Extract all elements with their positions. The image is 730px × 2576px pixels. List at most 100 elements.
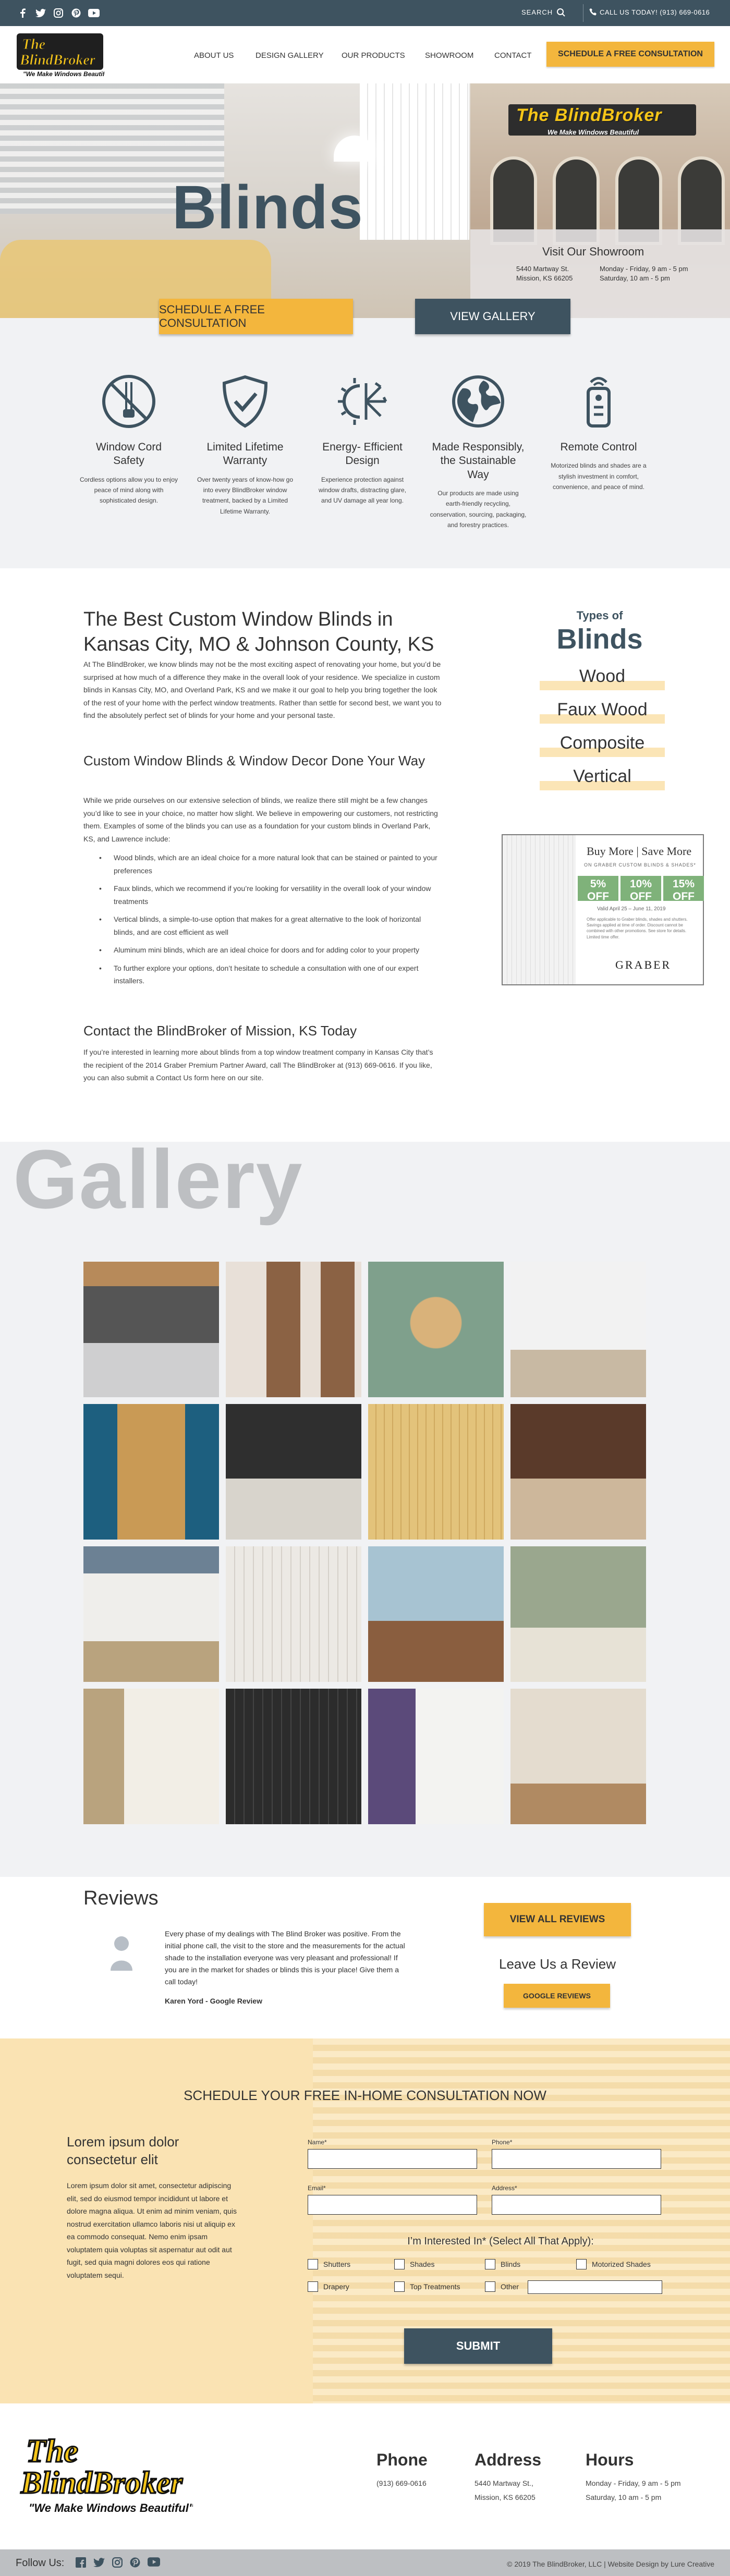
ad-offer-pct: 5% OFF: [587, 878, 609, 902]
ad-date: Valid April 25 – June 11, 2019: [597, 906, 666, 912]
checkbox-box[interactable]: [308, 2281, 318, 2292]
gallery-image[interactable]: [226, 1404, 361, 1540]
youtube-icon[interactable]: [148, 2557, 160, 2568]
other-text-field[interactable]: [528, 2280, 662, 2294]
checkbox-box[interactable]: [394, 2259, 405, 2269]
ad-offer-pct: 15% OFF: [672, 878, 695, 902]
checkbox-shutters[interactable]: Shutters: [308, 2259, 350, 2269]
avatar-icon: [110, 1934, 133, 1971]
phone-field[interactable]: [492, 2149, 661, 2169]
store-sign-tagline: We Make Windows Beautiful: [548, 128, 639, 136]
search-icon[interactable]: [556, 8, 566, 17]
type-link-vertical[interactable]: Vertical: [540, 766, 665, 793]
gallery-image[interactable]: [83, 1262, 219, 1397]
checkbox-shades[interactable]: Shades: [394, 2259, 434, 2269]
type-link-composite[interactable]: Composite: [540, 733, 665, 760]
youtube-icon[interactable]: [88, 7, 100, 19]
hero-view-gallery-button[interactable]: VIEW GALLERY: [415, 299, 570, 334]
main-heading: The Best Custom Window Blinds in Kansas …: [83, 608, 434, 655]
checkbox-top-treatments[interactable]: Top Treatments: [394, 2281, 460, 2292]
gallery-image[interactable]: [226, 1262, 361, 1397]
checkbox-box[interactable]: [394, 2281, 405, 2292]
gallery-image[interactable]: [368, 1689, 504, 1824]
footer-logo[interactable]: The BlindBroker "We Make Windows Beautif…: [16, 2430, 193, 2518]
facebook-icon[interactable]: [76, 2557, 86, 2568]
nav-contact[interactable]: CONTACT: [494, 51, 531, 60]
footer-social-links: [76, 2557, 160, 2568]
gallery-image[interactable]: [226, 1546, 361, 1682]
hero-schedule-consultation-button[interactable]: SCHEDULE A FREE CONSULTATION: [159, 299, 353, 334]
instagram-icon[interactable]: [112, 2557, 123, 2568]
twitter-icon[interactable]: [35, 7, 46, 19]
gallery-image[interactable]: [83, 1404, 219, 1540]
ad-brand: GRABER: [615, 958, 672, 971]
checkbox-label: Shades: [410, 2260, 435, 2268]
ad-blinds-image: [503, 835, 576, 984]
svg-text:"We Make Windows Beautiful": "We Make Windows Beautiful": [23, 70, 104, 77]
svg-text:The: The: [26, 2434, 78, 2469]
consultation-paragraph: Lorem ipsum dolor sit amet, consectetur …: [67, 2181, 237, 2279]
instagram-icon[interactable]: [53, 7, 64, 19]
checkbox-label: Drapery: [323, 2282, 349, 2291]
type-label: Composite: [559, 733, 645, 753]
types-big-title: Blinds: [556, 624, 643, 655]
search-label[interactable]: SEARCH: [521, 8, 553, 16]
blinds-list: Wood blinds, which are an ideal choice f…: [99, 851, 443, 993]
gallery-image[interactable]: [368, 1404, 504, 1540]
submit-button[interactable]: SUBMIT: [404, 2328, 552, 2364]
review-author: Karen Yord - Google Review: [165, 1997, 262, 2005]
feature-text: Motorized blinds and shades are a stylis…: [551, 462, 647, 491]
remote-icon: [570, 373, 627, 430]
view-all-reviews-button[interactable]: VIEW ALL REVIEWS: [484, 1903, 631, 1936]
type-label: Vertical: [573, 766, 631, 786]
feature-text: Cordless options allow you to enjoy peac…: [79, 475, 178, 505]
checkbox-drapery[interactable]: Drapery: [308, 2281, 349, 2292]
type-link-wood[interactable]: Wood: [540, 666, 665, 693]
ad-offer-note: 10+ Blinds & Shades: [666, 903, 701, 907]
call-us-link[interactable]: CALL US TODAY! (913) 669-0616: [600, 8, 710, 16]
nav-schedule-consultation-button[interactable]: SCHEDULE A FREE CONSULTATION: [546, 42, 714, 67]
twitter-icon[interactable]: [93, 2557, 105, 2568]
hero-vertical-blinds-image: [360, 83, 469, 240]
gallery-image[interactable]: [510, 1404, 646, 1540]
checkbox-box[interactable]: [485, 2281, 495, 2292]
feature-title: Made Responsibly, the Sustainable Way: [432, 441, 525, 481]
nav-showroom[interactable]: SHOWROOM: [425, 51, 473, 60]
gallery-image[interactable]: [510, 1262, 646, 1397]
gallery-image[interactable]: [226, 1689, 361, 1824]
pinterest-icon[interactable]: [70, 7, 82, 19]
gallery-image[interactable]: [510, 1689, 646, 1824]
copyright-text: © 2019 The BlindBroker, LLC | Website De…: [507, 2560, 714, 2568]
checkbox-box[interactable]: [576, 2259, 587, 2269]
reviews-heading: Reviews: [83, 1887, 159, 1909]
site-logo[interactable]: The BlindBroker "We Make Windows Beautif…: [16, 32, 104, 77]
gallery-image[interactable]: [510, 1546, 646, 1682]
nav-our-products[interactable]: OUR PRODUCTS: [342, 51, 405, 60]
gallery-image[interactable]: [83, 1689, 219, 1824]
gallery-image[interactable]: [368, 1262, 504, 1397]
ad-fine-print: Offer applicable to Graber blinds, shade…: [587, 917, 688, 939]
checkbox-box[interactable]: [485, 2259, 495, 2269]
checkbox-blinds[interactable]: Blinds: [485, 2259, 520, 2269]
checkbox-motorized-shades[interactable]: Motorized Shades: [576, 2259, 651, 2269]
footer-phone[interactable]: (913) 669-0616: [376, 2476, 427, 2490]
email-field[interactable]: [308, 2195, 477, 2215]
google-reviews-button[interactable]: GOOGLE REVIEWS: [504, 1984, 610, 2008]
nav-about-us[interactable]: ABOUT US: [194, 51, 234, 60]
gallery-image[interactable]: [368, 1546, 504, 1682]
feature-remote-control: Remote Control Motorized blinds and shad…: [549, 373, 648, 492]
nav-design-gallery[interactable]: DESIGN GALLERY: [256, 51, 324, 60]
feature-title: Energy- Efficient Design: [322, 441, 403, 467]
gallery-image[interactable]: [83, 1546, 219, 1682]
name-field[interactable]: [308, 2149, 477, 2169]
checkbox-box[interactable]: [308, 2259, 318, 2269]
showroom-address-line1: 5440 Martway St.: [516, 265, 569, 273]
checkbox-other[interactable]: Other: [485, 2281, 519, 2292]
types-title: Types of: [576, 609, 623, 622]
pinterest-icon[interactable]: [130, 2557, 140, 2568]
address-field[interactable]: [492, 2195, 661, 2215]
type-link-faux-wood[interactable]: Faux Wood: [540, 700, 665, 727]
facebook-icon[interactable]: [17, 7, 29, 19]
name-label: Name*: [308, 2139, 327, 2146]
contact-heading: Contact the BlindBroker of Mission, KS T…: [83, 1023, 357, 1039]
